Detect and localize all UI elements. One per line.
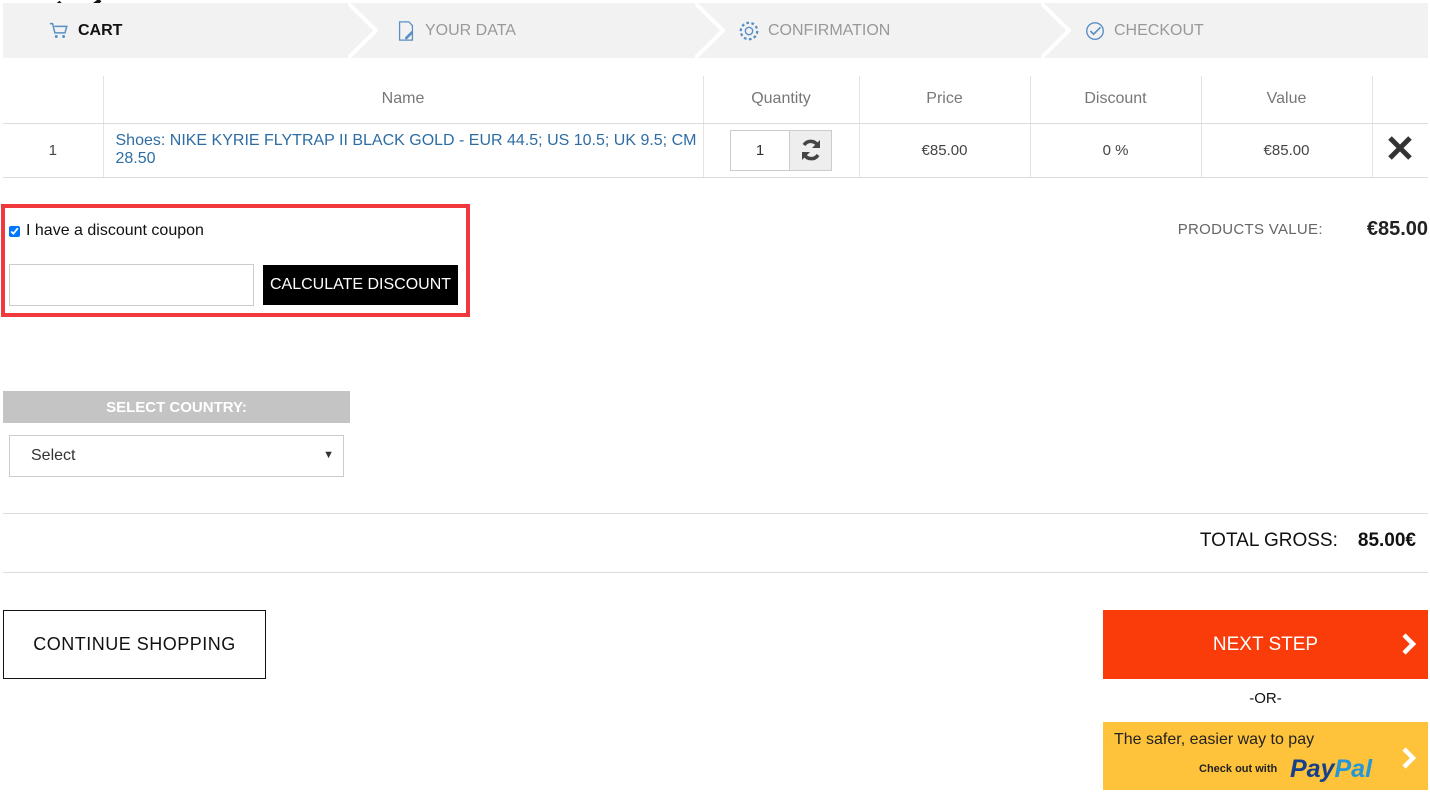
- step-label: YOUR DATA: [425, 21, 516, 39]
- total-gross-amount: 85.00€: [1357, 530, 1416, 551]
- step-confirmation[interactable]: CONFIRMATION: [738, 3, 890, 58]
- remove-item-icon[interactable]: [1387, 135, 1413, 161]
- step-cart[interactable]: CART: [48, 3, 122, 58]
- quantity-cell: [703, 123, 860, 178]
- continue-shopping-button[interactable]: CONTINUE SHOPPING: [3, 610, 266, 679]
- step-separator: [695, 3, 725, 58]
- paypal-tagline: The safer, easier way to pay: [1114, 731, 1315, 748]
- row-index: 1: [3, 123, 104, 178]
- coupon-checkbox-row[interactable]: I have a discount coupon: [9, 222, 204, 240]
- refresh-quantity-button[interactable]: [790, 129, 832, 171]
- refresh-icon: [801, 139, 820, 161]
- cart-icon: [49, 22, 68, 38]
- value-cell: €85.00: [1201, 123, 1373, 178]
- column-header-discount: Discount: [1030, 76, 1202, 124]
- step-separator: [1041, 3, 1071, 58]
- products-value-amount: €85.00: [1366, 218, 1428, 240]
- product-name-cell: Shoes: NIKE KYRIE FLYTRAP II BLACK GOLD …: [103, 123, 704, 178]
- table-row: 1 Shoes: NIKE KYRIE FLYTRAP II BLACK GOL…: [3, 123, 1428, 178]
- step-checkout[interactable]: CHECKOUT: [1084, 3, 1204, 58]
- paypal-checkout-text: Check out with: [1199, 763, 1278, 775]
- calculate-discount-button[interactable]: CALCULATE DISCOUNT: [263, 265, 458, 305]
- products-value-label: PRODUCTS VALUE:: [1177, 221, 1323, 238]
- quantity-input[interactable]: [730, 129, 790, 171]
- remove-cell: [1372, 123, 1428, 178]
- next-step-label: NEXT STEP: [1212, 633, 1319, 655]
- chevron-right-icon: [1402, 747, 1417, 769]
- dropdown-arrow-icon: ▼: [323, 449, 334, 461]
- price-cell: €85.00: [859, 123, 1031, 178]
- column-header-remove: [1372, 76, 1428, 124]
- column-header-value: Value: [1201, 76, 1373, 124]
- cart-table: Name Quantity Price Discount Value 1 Sho…: [3, 76, 1428, 178]
- chevron-right-icon: [1402, 633, 1417, 655]
- coupon-section: I have a discount coupon CALCULATE DISCO…: [1, 204, 470, 317]
- product-link[interactable]: Shoes: NIKE KYRIE FLYTRAP II BLACK GOLD …: [116, 132, 697, 167]
- coupon-checkbox-label: I have a discount coupon: [26, 222, 204, 239]
- column-header-quantity: Quantity: [703, 76, 860, 124]
- discount-cell: 0 %: [1030, 123, 1202, 178]
- coupon-checkbox[interactable]: [9, 225, 20, 237]
- divider: [3, 572, 1428, 573]
- column-header-index: [3, 76, 104, 124]
- next-step-button[interactable]: NEXT STEP: [1103, 610, 1428, 679]
- total-gross-summary: TOTAL GROSS: 85.00€: [1200, 530, 1416, 552]
- checkout-steps: CART YOUR DATA CONFIRMATION CHECKOUT: [3, 3, 1428, 58]
- table-header-row: Name Quantity Price Discount Value: [3, 76, 1428, 124]
- column-header-name: Name: [103, 76, 704, 124]
- total-gross-label: TOTAL GROSS:: [1199, 530, 1338, 551]
- quantity-stepper: [730, 129, 832, 171]
- step-label: CHECKOUT: [1114, 21, 1204, 39]
- paypal-logo: PayPal: [1290, 755, 1373, 783]
- paypal-checkout-button[interactable]: The safer, easier way to pay Check out w…: [1103, 722, 1428, 790]
- step-your-data[interactable]: YOUR DATA: [395, 3, 516, 58]
- country-select-value: Select: [31, 447, 76, 464]
- divider: [3, 513, 1428, 514]
- step-label: CART: [78, 21, 123, 39]
- select-country-heading: SELECT COUNTRY:: [3, 391, 350, 423]
- step-label: CONFIRMATION: [768, 21, 891, 39]
- coupon-code-input[interactable]: [9, 264, 254, 306]
- products-value-summary: PRODUCTS VALUE: €85.00: [1178, 218, 1428, 241]
- or-separator: -OR-: [1249, 690, 1282, 707]
- document-pen-icon: [398, 20, 414, 41]
- step-separator: [348, 3, 378, 58]
- gear-icon: [739, 21, 759, 40]
- column-header-price: Price: [859, 76, 1031, 124]
- check-badge-icon: [1086, 21, 1104, 40]
- country-select[interactable]: Select ▼: [9, 435, 344, 477]
